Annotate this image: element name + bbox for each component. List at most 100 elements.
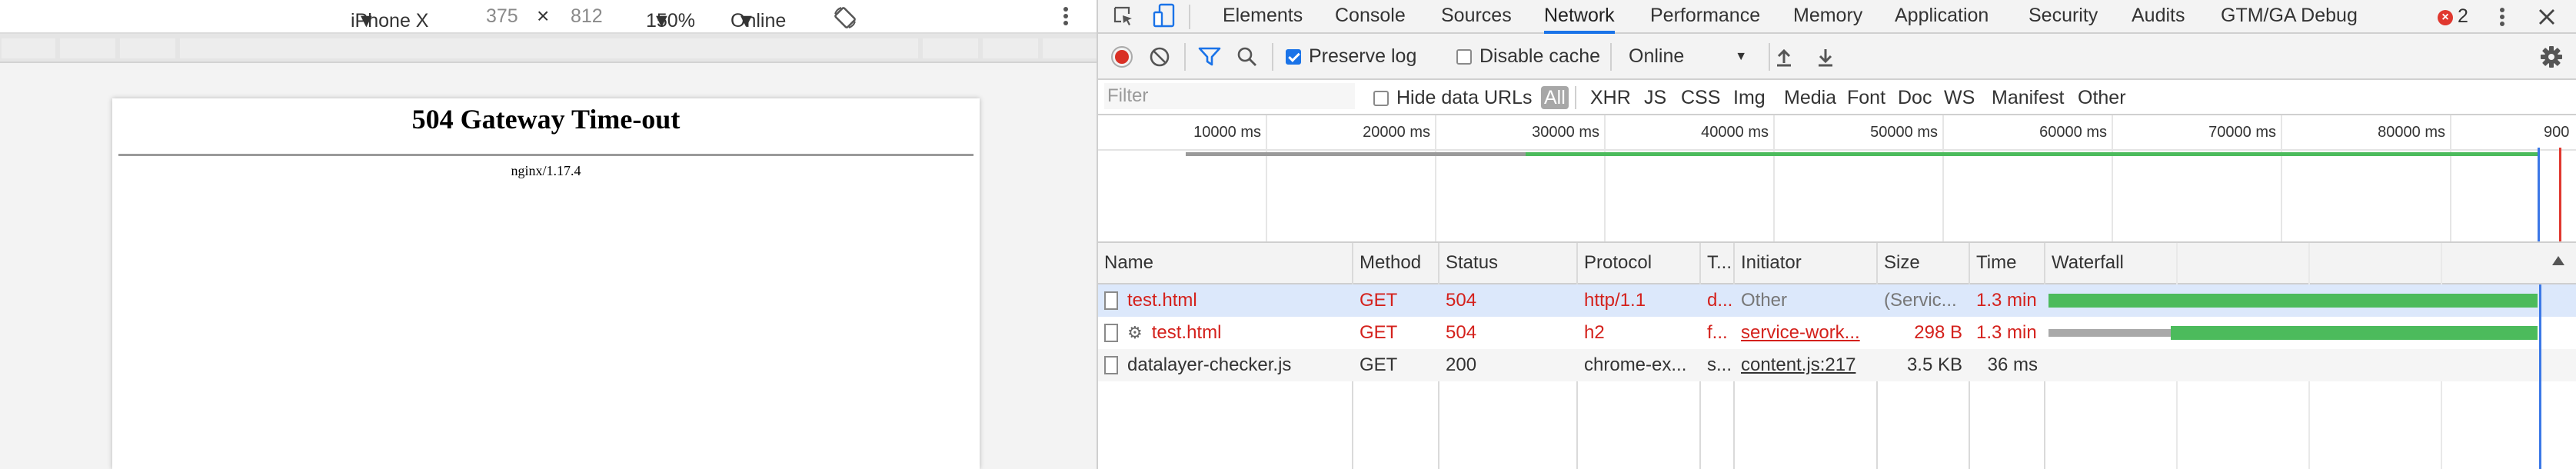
table-row[interactable]: datalayer-checker.js GET 200 chrome-ex..…: [1098, 349, 2576, 381]
tab-application[interactable]: Application: [1895, 0, 1989, 32]
clear-icon[interactable]: [1149, 46, 1170, 72]
table-row[interactable]: ⚙ test.html GET 504 h2 f... service-work.…: [1098, 317, 2576, 349]
service-worker-gear-icon: ⚙: [1127, 323, 1143, 342]
disable-cache-checkbox[interactable]: Disable cache: [1456, 45, 1600, 68]
overview-header-line: [1098, 149, 2576, 151]
overview-tick-label: 50000 ms: [1870, 124, 1938, 141]
tab-console[interactable]: Console: [1335, 0, 1406, 32]
error-icon: ×: [2438, 10, 2453, 25]
tab-performance[interactable]: Performance: [1650, 0, 1760, 32]
preserve-log-checkbox[interactable]: Preserve log: [1286, 45, 1416, 68]
toolbar-divider: [1610, 43, 1612, 71]
tab-gtm-ga-debug[interactable]: GTM/GA Debug: [2221, 0, 2358, 32]
request-status: 504: [1446, 322, 1477, 343]
script-icon: [1104, 356, 1118, 374]
request-name-text: test.html: [1151, 322, 1222, 343]
overview-download-bar: [1526, 152, 2539, 156]
record-icon[interactable]: [1110, 45, 1133, 72]
col-header-initiator[interactable]: Initiator: [1735, 243, 1876, 283]
sort-ascending-icon[interactable]: [2551, 254, 2565, 271]
error-count: 2: [2458, 5, 2468, 27]
filter-type-all[interactable]: All: [1541, 86, 1569, 109]
tab-sources[interactable]: Sources: [1441, 0, 1512, 32]
more-options-icon[interactable]: [1061, 5, 1070, 33]
error-counter[interactable]: × 2: [2438, 5, 2468, 28]
device-toolbar: iPhone X ▼ 375 × 812 150% ▼ Online ▼: [0, 0, 1097, 36]
col-header-time[interactable]: Time: [1970, 243, 2044, 283]
preserve-log-label: Preserve log: [1309, 45, 1417, 67]
server-signature: nginx/1.17.4: [511, 163, 581, 178]
tab-network[interactable]: Network: [1544, 0, 1615, 34]
toolbar-divider: [1189, 5, 1190, 29]
filter-type-manifest[interactable]: Manifest: [1992, 86, 2064, 109]
overview-tick-label: 40000 ms: [1701, 124, 1769, 141]
disable-cache-label: Disable cache: [1479, 45, 1601, 67]
throttling-select[interactable]: Online ▼: [1629, 45, 1747, 68]
document-icon: [1104, 291, 1118, 310]
waterfall-waiting-bar: [2048, 329, 2171, 337]
overview-gridline: [2281, 115, 2282, 241]
request-protocol: http/1.1: [1584, 290, 1646, 311]
filter-type-other[interactable]: Other: [2078, 86, 2126, 109]
col-header-method[interactable]: Method: [1353, 243, 1438, 283]
filter-type-doc[interactable]: Doc: [1898, 86, 1932, 109]
request-size: 298 B: [1914, 322, 1962, 343]
network-overview-timeline[interactable]: 10000 ms 20000 ms 30000 ms 40000 ms 5000…: [1098, 115, 2576, 243]
request-size: (Servic...: [1884, 290, 1957, 311]
media-query-ruler: [0, 34, 1097, 63]
col-header-status[interactable]: Status: [1439, 243, 1576, 283]
filter-type-js[interactable]: JS: [1644, 86, 1666, 109]
ruler-segment: [1043, 38, 1097, 58]
ruler-segment: [983, 38, 1038, 58]
filter-type-ws[interactable]: WS: [1944, 86, 1975, 109]
tab-memory[interactable]: Memory: [1793, 0, 1862, 32]
tab-elements[interactable]: Elements: [1223, 0, 1303, 32]
overview-tick-label: 60000 ms: [2039, 124, 2107, 141]
close-icon[interactable]: [2538, 8, 2556, 30]
more-options-icon[interactable]: [2498, 5, 2507, 32]
inspect-element-icon[interactable]: [1112, 5, 1135, 32]
toolbar-divider: [1184, 43, 1186, 71]
request-initiator-link[interactable]: content.js:217: [1735, 349, 1876, 381]
request-name[interactable]: test.html: [1098, 284, 1352, 317]
col-header-protocol[interactable]: Protocol: [1578, 243, 1699, 283]
filter-type-font[interactable]: Font: [1847, 86, 1885, 109]
col-header-name[interactable]: Name: [1098, 243, 1352, 283]
filter-type-img[interactable]: Img: [1733, 86, 1766, 109]
col-header-size[interactable]: Size: [1878, 243, 1969, 283]
settings-gear-icon[interactable]: [2539, 45, 2564, 73]
search-icon[interactable]: [1236, 46, 1258, 72]
toolbar-divider: [1575, 86, 1576, 109]
filter-type-media[interactable]: Media: [1784, 86, 1836, 109]
filter-icon[interactable]: [1198, 46, 1221, 72]
overview-tick-label: 70000 ms: [2208, 124, 2276, 141]
hide-data-urls-checkbox[interactable]: Hide data URLs: [1373, 86, 1532, 109]
request-name[interactable]: ⚙ test.html: [1098, 317, 1352, 349]
table-row[interactable]: test.html GET 504 http/1.1 d... Other (S…: [1098, 284, 2576, 317]
request-name[interactable]: datalayer-checker.js: [1098, 349, 1352, 381]
dom-content-loaded-line: [2538, 148, 2540, 241]
import-har-icon[interactable]: [1773, 46, 1795, 72]
col-header-type[interactable]: T...: [1701, 243, 1733, 283]
filter-bar: Hide data URLs All XHR JS CSS Img Media …: [1098, 80, 2576, 115]
overview-tick-label: 900: [2544, 124, 2570, 141]
filter-input[interactable]: [1104, 83, 1355, 109]
chevron-down-icon: ▼: [737, 10, 756, 32]
device-toggle-icon[interactable]: [1152, 3, 1177, 33]
request-time: 1.3 min: [1976, 290, 2037, 311]
request-method: GET: [1360, 354, 1398, 375]
tab-security[interactable]: Security: [2029, 0, 2098, 32]
overview-gridline: [1604, 115, 1606, 241]
request-time: 1.3 min: [1976, 322, 2037, 343]
col-header-waterfall[interactable]: Waterfall: [2045, 243, 2538, 283]
export-har-icon[interactable]: [1815, 46, 1836, 72]
filter-type-xhr[interactable]: XHR: [1590, 86, 1631, 109]
device-width-field[interactable]: 375: [486, 5, 518, 28]
tab-audits[interactable]: Audits: [2132, 0, 2185, 32]
rotate-icon[interactable]: [832, 5, 858, 36]
overview-tick-label: 10000 ms: [1193, 124, 1261, 141]
filter-type-css[interactable]: CSS: [1681, 86, 1720, 109]
devtools-tabbar: Elements Console Sources Network Perform…: [1098, 0, 2576, 34]
device-height-field[interactable]: 812: [571, 5, 603, 28]
request-initiator-link[interactable]: service-work...: [1735, 317, 1876, 349]
